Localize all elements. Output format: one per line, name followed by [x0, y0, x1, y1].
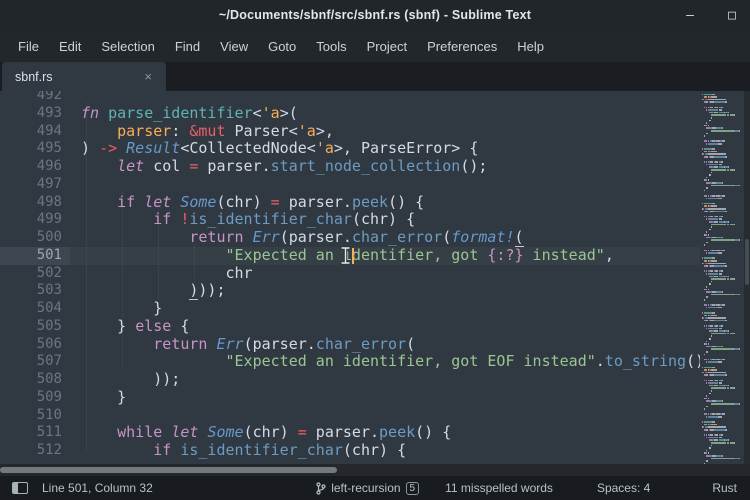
code-text: }: [81, 389, 126, 407]
horizontal-scrollbar[interactable]: [0, 464, 750, 476]
syntax-status[interactable]: Rust: [712, 481, 737, 495]
mouse-ibeam-cursor: [340, 246, 351, 265]
tab-close-icon[interactable]: ×: [144, 70, 152, 83]
caret-position-label[interactable]: Line 501, Column 32: [42, 481, 153, 495]
code-line-505[interactable]: 505 } else {: [0, 318, 700, 336]
code-line-494[interactable]: 494 parser: &mut Parser<'a>,: [0, 123, 700, 141]
sidebar-toggle-icon[interactable]: [12, 482, 28, 494]
line-number[interactable]: 498: [0, 194, 62, 212]
menu-item-goto[interactable]: Goto: [258, 34, 306, 59]
menu-item-edit[interactable]: Edit: [49, 34, 91, 59]
code-text: parser: &mut Parser<'a>,: [81, 123, 334, 141]
code-text: ) -> Result<CollectedNode<'a>, ParseErro…: [81, 140, 478, 158]
line-number[interactable]: 499: [0, 211, 62, 229]
tab-bar: sbnf.rs ×: [0, 62, 750, 91]
code-line-492[interactable]: 492: [0, 91, 700, 105]
line-number[interactable]: 503: [0, 282, 62, 300]
code-text: chr: [81, 265, 253, 283]
code-line-511[interactable]: 511 while let Some(chr) = parser.peek() …: [0, 424, 700, 442]
git-branch-icon: [316, 482, 326, 495]
indentation-status[interactable]: Spaces: 4: [597, 481, 650, 495]
tab-label: sbnf.rs: [2, 70, 53, 84]
vertical-scrollbar[interactable]: [744, 91, 750, 464]
git-branch-label: left-recursion: [331, 481, 400, 495]
maximize-button[interactable]: □: [724, 8, 740, 23]
tab-sbnf-rs[interactable]: sbnf.rs ×: [2, 62, 166, 91]
code-text: while let Some(chr) = parser.peek() {: [81, 424, 451, 442]
code-line-499[interactable]: 499 if !is_identifier_char(chr) {: [0, 211, 700, 229]
code-line-509[interactable]: 509 }: [0, 389, 700, 407]
menu-item-preferences[interactable]: Preferences: [417, 34, 507, 59]
menu-item-view[interactable]: View: [210, 34, 258, 59]
code-line-507[interactable]: 507 "Expected an identifier, got EOF ins…: [0, 353, 700, 371]
code-line-497[interactable]: 497: [0, 176, 700, 194]
code-text: ));: [81, 371, 180, 389]
line-number[interactable]: 509: [0, 389, 62, 407]
code-line-510[interactable]: 510: [0, 407, 700, 425]
menu-item-tools[interactable]: Tools: [306, 34, 356, 59]
menu-item-project[interactable]: Project: [357, 34, 417, 59]
line-number[interactable]: 495: [0, 140, 62, 158]
line-number[interactable]: 508: [0, 371, 62, 389]
code-line-508[interactable]: 508 ));: [0, 371, 700, 389]
code-text: let col = parser.start_node_collection()…: [81, 158, 487, 176]
git-branch-status[interactable]: left-recursion 5: [316, 481, 419, 495]
line-number[interactable]: 510: [0, 407, 62, 425]
line-number[interactable]: 512: [0, 442, 62, 460]
code-text: if !is_identifier_char(chr) {: [81, 211, 415, 229]
code-text: } else {: [81, 318, 189, 336]
code-line-496[interactable]: 496 let col = parser.start_node_collecti…: [0, 158, 700, 176]
code-text: fn parse_identifier<'a>(: [81, 105, 298, 123]
line-number[interactable]: 500: [0, 229, 62, 247]
code-line-504[interactable]: 504 }: [0, 300, 700, 318]
minimap[interactable]: [701, 91, 744, 464]
line-number[interactable]: 505: [0, 318, 62, 336]
spell-check-status[interactable]: 11 misspelled words: [445, 481, 553, 495]
code-text: if let Some(chr) = parser.peek() {: [81, 194, 424, 212]
line-number[interactable]: 501: [0, 247, 62, 265]
line-number[interactable]: 497: [0, 176, 62, 194]
line-number[interactable]: 493: [0, 105, 62, 123]
code-text: return Err(parser.char_error(: [81, 336, 415, 354]
horizontal-scrollbar-thumb[interactable]: [0, 467, 337, 473]
code-line-503[interactable]: 503 )));: [0, 282, 700, 300]
vertical-scrollbar-thumb[interactable]: [745, 239, 749, 285]
code-line-502[interactable]: 502 chr: [0, 265, 700, 283]
code-text: return Err(parser.char_error(format!(: [81, 229, 524, 247]
line-number[interactable]: 504: [0, 300, 62, 318]
menu-bar: FileEditSelectionFindViewGotoToolsProjec…: [0, 30, 750, 62]
code-line-495[interactable]: 495 ) -> Result<CollectedNode<'a>, ParseE…: [0, 140, 700, 158]
code-line-493[interactable]: 493 fn parse_identifier<'a>(: [0, 105, 700, 123]
code-text: }: [81, 300, 162, 318]
text-caret: [352, 248, 354, 264]
status-bar: Line 501, Column 32 left-recursion 5 11 …: [0, 476, 750, 500]
minimize-button[interactable]: –: [682, 8, 698, 23]
line-number[interactable]: 496: [0, 158, 62, 176]
line-number[interactable]: 507: [0, 353, 62, 371]
code-text: "Expected an identifier, got EOF instead…: [81, 353, 700, 371]
menu-item-file[interactable]: File: [8, 34, 49, 59]
menu-item-help[interactable]: Help: [507, 34, 554, 59]
code-text: if is_identifier_char(chr) {: [81, 442, 406, 460]
code-line-506[interactable]: 506 return Err(parser.char_error(: [0, 336, 700, 354]
code-line-512[interactable]: 512 if is_identifier_char(chr) {: [0, 442, 700, 460]
code-line-500[interactable]: 500 return Err(parser.char_error(format!…: [0, 229, 700, 247]
code-line-498[interactable]: 498 if let Some(chr) = parser.peek() {: [0, 194, 700, 212]
window-title: ~/Documents/sbnf/src/sbnf.rs (sbnf) - Su…: [219, 8, 531, 22]
line-number[interactable]: 492: [0, 91, 62, 105]
code-text: )));: [81, 282, 226, 300]
line-number[interactable]: 494: [0, 123, 62, 141]
git-changes-badge: 5: [406, 482, 420, 495]
line-number[interactable]: 511: [0, 424, 62, 442]
code-editor[interactable]: 492493fn parse_identifier<'a>(494 parser…: [0, 91, 700, 464]
title-bar: ~/Documents/sbnf/src/sbnf.rs (sbnf) - Su…: [0, 0, 750, 30]
line-number[interactable]: 502: [0, 265, 62, 283]
menu-item-find[interactable]: Find: [165, 34, 210, 59]
menu-item-selection[interactable]: Selection: [91, 34, 164, 59]
line-number[interactable]: 506: [0, 336, 62, 354]
